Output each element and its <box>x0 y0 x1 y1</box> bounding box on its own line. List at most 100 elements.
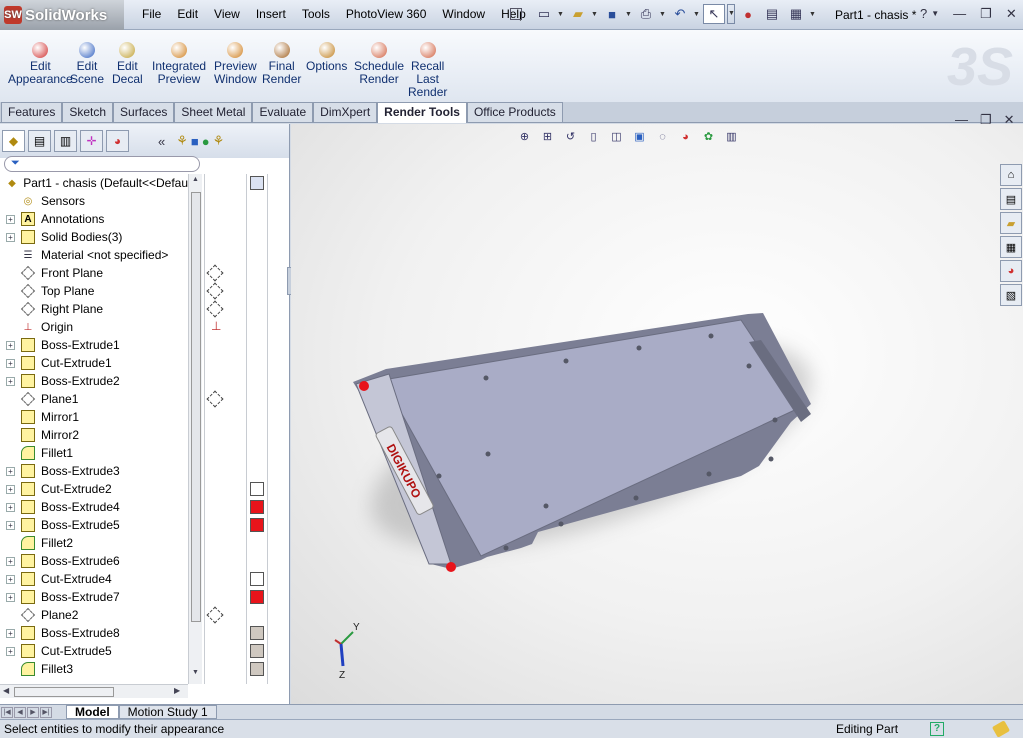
vertical-scroll-thumb[interactable] <box>191 192 201 622</box>
appearance-swatch[interactable] <box>250 176 264 190</box>
feature-manager-tab-icon[interactable]: ◆ <box>2 130 25 152</box>
new-document-icon[interactable]: ▭ <box>533 4 555 24</box>
configuration-manager-tab-icon[interactable]: ▥ <box>54 130 77 152</box>
tags-icon[interactable] <box>991 720 1011 738</box>
apply-scene-icon[interactable]: ✿ <box>700 128 717 145</box>
tree-item[interactable]: + Cut-Extrude2 <box>0 480 188 498</box>
previous-view-icon[interactable]: ↺ <box>562 128 579 145</box>
tab-office-products[interactable]: Office Products <box>466 102 563 122</box>
section-view-icon[interactable]: ▯ <box>585 128 602 145</box>
save-icon[interactable]: ■ <box>601 4 623 24</box>
close-icon[interactable]: ✕ <box>1006 6 1017 22</box>
save-dropdown[interactable]: ▼ <box>625 11 633 18</box>
viewport-restore-icon[interactable]: ❐ <box>980 112 992 128</box>
expand-icon[interactable]: + <box>6 358 15 368</box>
undo-icon[interactable]: ↶ <box>669 4 691 24</box>
tree-item[interactable]: + Boss-Extrude5 <box>0 516 188 534</box>
tree-item[interactable]: + Boss-Extrude4 <box>0 498 188 516</box>
help-icon[interactable]: ? <box>920 6 927 22</box>
command-edit-appearance[interactable]: Edit Appearance <box>8 40 73 86</box>
tree-item[interactable]: + Cut-Extrude1 <box>0 354 188 372</box>
expand-icon[interactable]: + <box>6 520 15 530</box>
chassis-model[interactable]: DIGIKUPO <box>353 313 811 572</box>
command-schedule-render[interactable]: Schedule Render <box>354 40 404 86</box>
first-tab-arrow-icon[interactable]: |◀ <box>1 706 13 718</box>
select-cursor-icon[interactable]: ↖ <box>703 4 725 24</box>
undo-dropdown[interactable]: ▼ <box>693 11 701 18</box>
tab-dimxpert[interactable]: DimXpert <box>313 102 378 122</box>
expand-icon[interactable]: + <box>6 484 15 494</box>
appearance-filter-icon-1[interactable]: ⚘ <box>176 133 188 149</box>
expand-icon[interactable]: + <box>6 376 15 386</box>
tree-item[interactable]: + Boss-Extrude8 <box>0 624 188 642</box>
appearance-swatch[interactable] <box>250 626 264 640</box>
edit-appearance-icon[interactable]: ◕ <box>677 128 694 145</box>
prev-tab-arrow-icon[interactable]: ◀ <box>14 706 26 718</box>
tree-horizontal-scrollbar[interactable]: ◀ ▶ <box>0 684 188 698</box>
help-dropdown-icon[interactable]: ▼ <box>931 9 939 22</box>
tree-item[interactable]: + Boss-Extrude3 <box>0 462 188 480</box>
tree-item[interactable]: + A Annotations <box>0 210 188 228</box>
expand-icon[interactable]: + <box>6 232 15 242</box>
scroll-left-icon[interactable]: ◀ <box>3 686 9 695</box>
pin-icon[interactable] <box>510 8 522 20</box>
graphics-area[interactable]: DIGIKUPO Y Z <box>291 124 1023 704</box>
app-logo[interactable]: SW SolidWorks <box>0 0 124 30</box>
options-dropdown[interactable]: ▼ <box>809 11 817 18</box>
design-library-icon[interactable]: ▤ <box>1000 188 1022 210</box>
command-edit-scene[interactable]: Edit Scene <box>70 40 104 86</box>
property-manager-tab-icon[interactable]: ▤ <box>28 130 51 152</box>
print-icon[interactable]: ⎙ <box>635 4 657 24</box>
tree-item[interactable]: + Boss-Extrude6 <box>0 552 188 570</box>
menu-item-edit[interactable]: Edit <box>169 7 206 21</box>
expand-icon[interactable]: + <box>6 628 15 638</box>
scroll-down-icon[interactable]: ▼ <box>192 669 199 676</box>
tree-filter-input[interactable]: ⏷ <box>4 156 200 172</box>
expand-icon[interactable]: + <box>6 646 15 656</box>
tree-item[interactable]: Top Plane <box>0 282 188 300</box>
tab-surfaces[interactable]: Surfaces <box>113 102 175 122</box>
horizontal-scroll-thumb[interactable] <box>14 687 114 697</box>
expand-icon[interactable]: + <box>6 592 15 602</box>
next-tab-arrow-icon[interactable]: ▶ <box>27 706 39 718</box>
hide-show-items-icon[interactable]: ◌ <box>654 128 671 145</box>
appearance-swatch[interactable] <box>250 572 264 586</box>
tab-model[interactable]: Model <box>66 705 119 719</box>
expand-icon[interactable]: + <box>6 340 15 350</box>
tab-sketch[interactable]: Sketch <box>62 102 114 122</box>
expand-icon[interactable]: + <box>6 466 15 476</box>
options-icon[interactable]: ▦ <box>785 4 807 24</box>
tree-item[interactable]: Mirror1 <box>0 408 188 426</box>
file-properties-icon[interactable]: ▤ <box>761 4 783 24</box>
appearances-scenes-icon[interactable]: ◕ <box>1000 260 1022 282</box>
tree-vertical-scrollbar[interactable]: ▲ ▼ <box>188 174 202 684</box>
command-integrated-preview[interactable]: Integrated Preview <box>152 40 206 86</box>
menu-item-insert[interactable]: Insert <box>248 7 294 21</box>
tree-item[interactable]: + Boss-Extrude7 <box>0 588 188 606</box>
tree-item[interactable]: Fillet3 <box>0 660 188 678</box>
quick-tips-icon[interactable]: ? <box>930 722 944 736</box>
tab-motion-study[interactable]: Motion Study 1 <box>118 705 217 719</box>
appearance-swatch[interactable] <box>250 482 264 496</box>
viewport-minimize-icon[interactable]: — <box>955 112 968 128</box>
command-options[interactable]: Options <box>306 40 347 73</box>
tree-item[interactable]: ◎ Sensors <box>0 192 188 210</box>
tree-item[interactable]: Plane1 <box>0 390 188 408</box>
tree-item[interactable]: Front Plane <box>0 264 188 282</box>
tree-item[interactable]: Mirror2 <box>0 426 188 444</box>
tree-root-part[interactable]: ◆ Part1 - chasis (Default<<Defau <box>0 174 188 192</box>
appearance-filter-icon-3[interactable]: ● <box>202 134 210 149</box>
tree-item[interactable]: Plane2 <box>0 606 188 624</box>
command-recall-last[interactable]: Recall Last Render <box>408 40 447 99</box>
expand-icon[interactable]: + <box>6 502 15 512</box>
tree-item[interactable]: + Boss-Extrude2 <box>0 372 188 390</box>
custom-properties-icon[interactable]: ▧ <box>1000 284 1022 306</box>
command-edit-decal[interactable]: Edit Decal <box>112 40 143 86</box>
rebuild-traffic-light-icon[interactable]: ● <box>737 4 759 24</box>
select-dropdown[interactable]: ▼ <box>727 4 735 24</box>
view-palette-icon[interactable]: ▦ <box>1000 236 1022 258</box>
expand-icon[interactable]: + <box>6 574 15 584</box>
tree-item[interactable]: + Boss-Extrude1 <box>0 336 188 354</box>
appearance-swatch[interactable] <box>250 500 264 514</box>
scroll-right-icon[interactable]: ▶ <box>174 686 180 695</box>
